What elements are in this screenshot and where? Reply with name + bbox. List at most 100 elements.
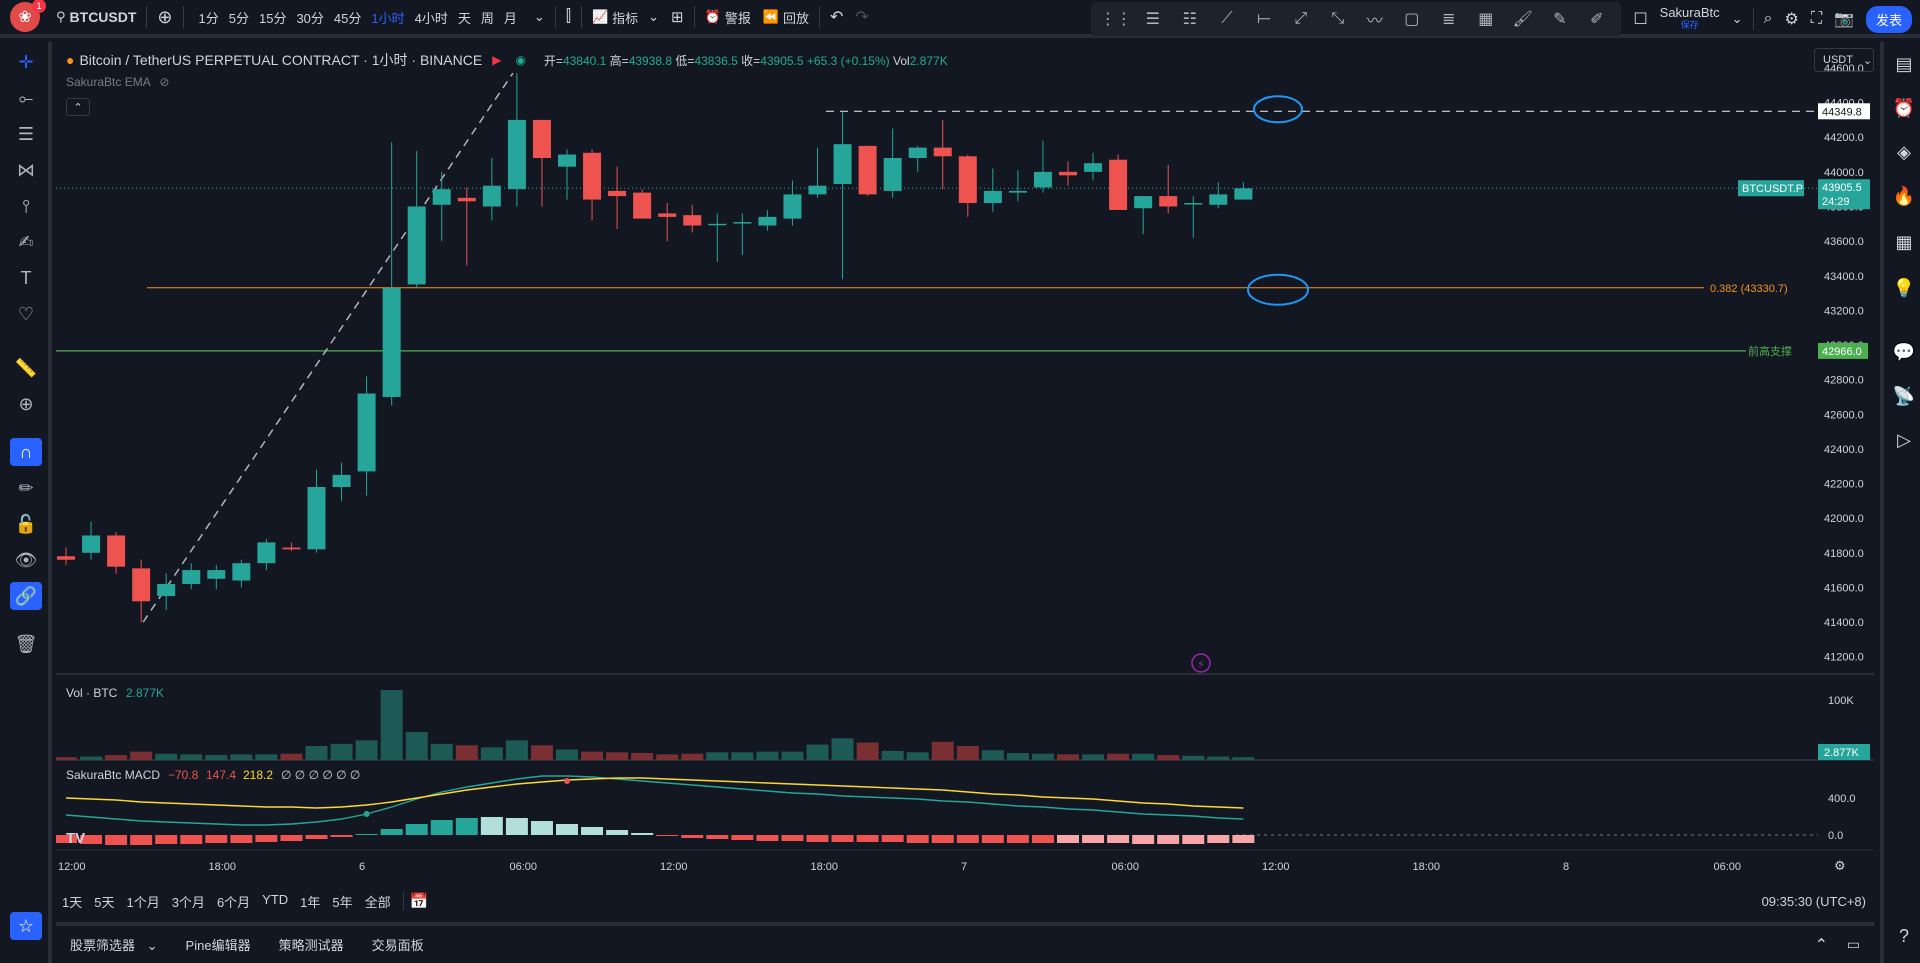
tab-screener[interactable]: 股票筛选器 ⌄ xyxy=(56,935,172,954)
zoom-in-icon[interactable]: ⊕ xyxy=(10,390,42,418)
range-3[interactable]: 3个月 xyxy=(166,892,211,911)
chevron-down-icon[interactable]: ⌄ xyxy=(1726,4,1749,34)
layers-icon[interactable]: ◈ xyxy=(1890,138,1918,166)
range-8[interactable]: 全部 xyxy=(359,892,397,911)
range-7[interactable]: 5年 xyxy=(326,892,358,911)
currency-select[interactable]: USDT ⌄ xyxy=(1814,48,1874,72)
tab-pine-editor[interactable]: Pine编辑器 xyxy=(172,935,265,954)
candle-type-button[interactable]: ⫿ xyxy=(560,2,577,32)
timeframe-1[interactable]: 5分 xyxy=(224,8,254,27)
range-1[interactable]: 5天 xyxy=(88,892,120,911)
camera-icon[interactable]: 📷 xyxy=(1828,4,1860,34)
chart-canvas[interactable]: 44600.044400.044200.044000.043800.043600… xyxy=(56,42,1874,888)
hotlist-fire-icon[interactable]: 🔥 xyxy=(1890,182,1918,210)
flag-icon[interactable]: ▶ xyxy=(492,53,501,67)
lock-icon[interactable]: 🔓 xyxy=(10,510,42,538)
user-avatar[interactable]: ❀ 1 xyxy=(10,0,46,32)
link-icon[interactable]: 🔗 xyxy=(10,582,42,610)
quick-search-icon[interactable]: ⌕ xyxy=(1758,4,1779,34)
chevron-up-icon[interactable]: ⌃ xyxy=(1815,935,1828,955)
pattern-icon[interactable]: ⋈ xyxy=(10,156,42,184)
play-stream-icon[interactable]: ▷ xyxy=(1890,426,1918,454)
pencil-lock-icon[interactable]: ✏ xyxy=(10,474,42,502)
time-tick-label: 8 xyxy=(1563,861,1569,873)
heart-icon[interactable]: ♡ xyxy=(10,300,42,328)
trash-icon[interactable]: 🗑 xyxy=(10,630,42,658)
crosshair-icon[interactable]: ✛ xyxy=(10,48,42,76)
layout-name-button[interactable]: SakuraBtc 保存 xyxy=(1660,6,1720,31)
compare-add-button[interactable]: ⊕ xyxy=(151,2,178,32)
tab-strategy-tester[interactable]: 策略测试器 xyxy=(265,935,358,954)
watchlist-icon[interactable]: ▤ xyxy=(1890,50,1918,78)
trend-line-icon[interactable]: ⟜ xyxy=(10,84,42,112)
chart-area[interactable]: 44600.044400.044200.044000.043800.043600… xyxy=(56,42,1874,892)
timeframe-5[interactable]: 1小时 xyxy=(366,8,409,27)
parallel-channel-icon[interactable]: ☰ xyxy=(1134,4,1171,34)
streams-icon[interactable]: 📡 xyxy=(1890,382,1918,410)
calendar-icon[interactable]: ▦ xyxy=(1890,228,1918,256)
timeframe-4[interactable]: 45分 xyxy=(329,8,366,27)
redo-button[interactable]: ↷ xyxy=(849,2,874,32)
timeframe-9[interactable]: 月 xyxy=(499,8,522,27)
calendar-goto-icon[interactable]: 📅 xyxy=(410,892,429,910)
text-icon[interactable]: T xyxy=(10,264,42,292)
layout-checkbox-icon[interactable]: ☐ xyxy=(1627,4,1653,34)
extended-line-icon[interactable]: ⤡ xyxy=(1319,4,1356,34)
path-icon[interactable]: 〰 xyxy=(1356,4,1393,34)
rectangle-icon[interactable]: ▢ xyxy=(1393,4,1430,34)
replay-button[interactable]: ⏪ 回放 xyxy=(757,2,815,32)
timeframe-6[interactable]: 4小时 xyxy=(410,8,453,27)
publish-button[interactable]: 发表 xyxy=(1865,5,1912,33)
ideas-bulb-icon[interactable]: 💡 xyxy=(1890,274,1918,302)
regression-icon[interactable]: ☷ xyxy=(1171,4,1208,34)
timeframe-2[interactable]: 15分 xyxy=(254,8,291,27)
range-0[interactable]: 1天 xyxy=(56,892,88,911)
forecast-icon[interactable]: ⫯ xyxy=(10,192,42,220)
alerts-clock-icon[interactable]: ⏰ xyxy=(1890,94,1918,122)
gear-icon[interactable]: ⚙ xyxy=(1779,4,1805,34)
timeframe-0[interactable]: 1分 xyxy=(194,8,224,27)
range-2[interactable]: 1个月 xyxy=(120,892,165,911)
macd-hist-bar xyxy=(355,834,378,835)
macd-value-2: 147.4 xyxy=(206,768,236,782)
eye-off-icon[interactable]: ⊘ xyxy=(159,75,169,89)
layout-templates-button[interactable]: ⊞ xyxy=(665,2,690,32)
undo-button[interactable]: ↶ xyxy=(824,2,849,32)
timeframe-3[interactable]: 30分 xyxy=(291,8,328,27)
horizontal-lines-icon[interactable]: ☰ xyxy=(10,120,42,148)
brush-icon[interactable]: ✎ xyxy=(1541,4,1578,34)
range-6[interactable]: 1年 xyxy=(294,892,326,911)
indicators-button[interactable]: 📈 指标 ⌄ xyxy=(586,2,665,32)
clock-timezone[interactable]: 09:35:30 (UTC+8) xyxy=(1762,894,1866,909)
trend-line-icon[interactable]: ⟋ xyxy=(1208,4,1245,34)
macd-hist-bar xyxy=(430,820,453,835)
price-tick-label: 43400.0 xyxy=(1824,271,1864,283)
fib-retracement-icon[interactable]: ≣ xyxy=(1430,4,1467,34)
ruler-icon[interactable]: 📏 xyxy=(10,354,42,382)
price-tick-label: 42000.0 xyxy=(1824,513,1864,525)
horizontal-ray-icon[interactable]: ⟝ xyxy=(1245,4,1282,34)
star-icon[interactable]: ☆ xyxy=(10,912,42,940)
range-4[interactable]: 6个月 xyxy=(211,892,256,911)
symbol-search[interactable]: ⚲ BTCUSDT xyxy=(50,2,142,32)
range-5[interactable]: YTD xyxy=(256,892,294,911)
highlighter-icon[interactable]: ✐ xyxy=(1578,4,1615,34)
chevron-down-icon[interactable]: ⌄ xyxy=(528,2,551,32)
drag-handle-icon[interactable]: ⋮⋮ xyxy=(1097,4,1134,34)
paint-roller-icon[interactable]: 🖌 xyxy=(1504,4,1541,34)
timeframe-8[interactable]: 周 xyxy=(476,8,499,27)
chat-icon[interactable]: 💬 xyxy=(1890,338,1918,366)
collapse-legend-button[interactable]: ⌃ xyxy=(66,98,90,116)
alert-button[interactable]: ⏰ 警报 xyxy=(699,2,757,32)
fullscreen-icon[interactable]: ⛶ xyxy=(1805,4,1828,34)
volume-label: Vol · BTC xyxy=(66,686,118,700)
timeframe-7[interactable]: 天 xyxy=(453,8,476,27)
eye-icon[interactable]: 👁 xyxy=(10,546,42,574)
maximize-panel-icon[interactable]: ▭ xyxy=(1847,936,1860,953)
magnet-icon[interactable]: ∩ xyxy=(10,438,42,466)
brush-icon[interactable]: ✍ xyxy=(10,228,42,256)
tab-trading-panel[interactable]: 交易面板 xyxy=(358,935,438,954)
help-icon[interactable]: ? xyxy=(1890,922,1918,950)
grid-icon[interactable]: ▦ xyxy=(1467,4,1504,34)
ray-icon[interactable]: ⤢ xyxy=(1282,4,1319,34)
